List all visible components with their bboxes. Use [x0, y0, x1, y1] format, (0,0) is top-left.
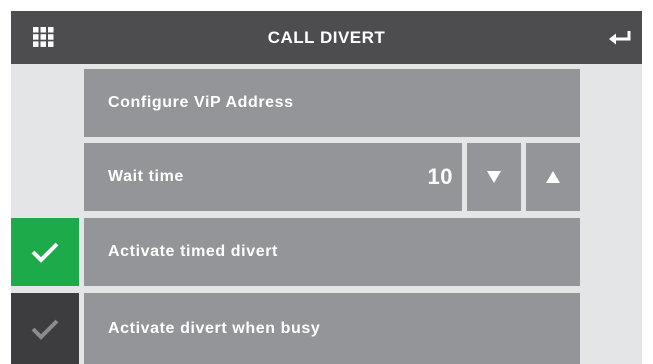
- timed-divert-checkbox[interactable]: [11, 218, 79, 286]
- wait-time-increase-button[interactable]: [526, 143, 580, 211]
- checkmark-icon: [31, 319, 59, 340]
- activate-timed-divert-label: Activate timed divert: [108, 243, 278, 260]
- activate-timed-divert-button[interactable]: Activate timed divert: [84, 218, 580, 286]
- wait-time-decrease-button[interactable]: [467, 143, 521, 211]
- page-title: CALL DIVERT: [267, 28, 386, 47]
- configure-vip-address-label: Configure ViP Address: [108, 94, 294, 111]
- wait-time-label: Wait time: [108, 168, 184, 185]
- activate-divert-when-busy-label: Activate divert when busy: [108, 319, 321, 337]
- checkmark-icon: [31, 242, 59, 263]
- divert-busy-checkbox[interactable]: [11, 293, 79, 364]
- triangle-down-icon: [487, 171, 501, 183]
- wait-time-value: 10: [427, 164, 453, 189]
- return-arrow-icon[interactable]: [608, 30, 632, 46]
- wait-time-row: Wait time 10: [84, 143, 462, 211]
- configure-vip-address-button[interactable]: Configure ViP Address: [84, 69, 580, 137]
- title-bar: CALL DIVERT: [11, 11, 642, 64]
- activate-divert-when-busy-button[interactable]: Activate divert when busy: [84, 293, 580, 364]
- triangle-up-icon: [546, 171, 560, 183]
